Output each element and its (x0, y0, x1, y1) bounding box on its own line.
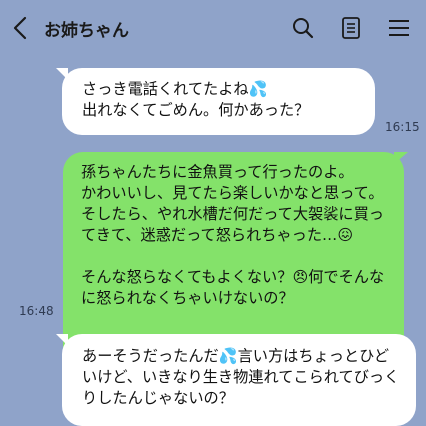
message-list[interactable]: さっき電話くれてたよね💦 出れなくてごめん。何かあった？ 16:15 孫ちゃんた… (0, 56, 426, 426)
message-timestamp: 16:15 (385, 120, 420, 134)
search-icon (293, 18, 314, 39)
chat-title: お姉ちゃん (44, 21, 129, 41)
notes-icon (342, 17, 360, 39)
notes-button[interactable] (338, 14, 364, 42)
search-button[interactable] (290, 14, 316, 42)
hamburger-menu-icon (389, 20, 409, 36)
chevron-left-icon (13, 16, 27, 40)
back-button[interactable] (8, 12, 32, 44)
incoming-message-bubble[interactable]: さっき電話くれてたよね💦 出れなくてごめん。何かあった？ (62, 68, 375, 135)
message-timestamp: 16:48 (19, 304, 54, 318)
chat-header: お姉ちゃん (0, 0, 426, 56)
menu-button[interactable] (386, 14, 412, 42)
incoming-message-bubble[interactable]: あーそうだったんだ💦言い方はちょっとひどいけど、いきなり生き物連れてこられてびっ… (62, 334, 416, 426)
